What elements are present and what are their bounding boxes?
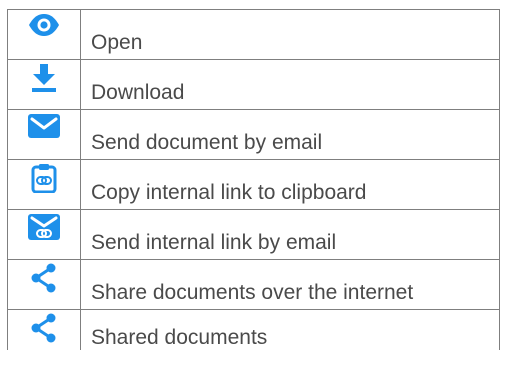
action-label-share: Share documents over the internet bbox=[80, 259, 500, 310]
table-row: Open bbox=[7, 9, 500, 60]
table-row: Send document by email bbox=[7, 109, 500, 160]
icon-cell bbox=[7, 109, 81, 160]
icon-cell bbox=[7, 9, 81, 60]
table-row: Download bbox=[7, 59, 500, 110]
share-icon bbox=[31, 313, 56, 343]
envelope-link-icon bbox=[28, 214, 60, 240]
icon-cell bbox=[7, 59, 81, 110]
table-row: Copy internal link to clipboard bbox=[7, 159, 500, 210]
clipboard-link-icon bbox=[31, 164, 57, 193]
icon-cell bbox=[7, 309, 81, 350]
action-label-download: Download bbox=[80, 59, 500, 110]
download-icon bbox=[32, 64, 56, 92]
table-row: Shared documents bbox=[7, 309, 500, 350]
table-row: Send internal link by email bbox=[7, 209, 500, 260]
icon-cell bbox=[7, 159, 81, 210]
action-label-open: Open bbox=[80, 9, 500, 60]
icon-cell bbox=[7, 209, 81, 260]
table-row: Share documents over the internet bbox=[7, 259, 500, 310]
action-label-shared-documents: Shared documents bbox=[80, 309, 500, 350]
action-label-send-link: Send internal link by email bbox=[80, 209, 500, 260]
envelope-icon bbox=[28, 114, 60, 138]
action-label-send-email: Send document by email bbox=[80, 109, 500, 160]
share-icon bbox=[31, 263, 56, 293]
eye-icon bbox=[29, 14, 59, 36]
action-legend-table: Open Download Send document by email Cop… bbox=[7, 9, 500, 350]
icon-cell bbox=[7, 259, 81, 310]
action-label-copy-link: Copy internal link to clipboard bbox=[80, 159, 500, 210]
